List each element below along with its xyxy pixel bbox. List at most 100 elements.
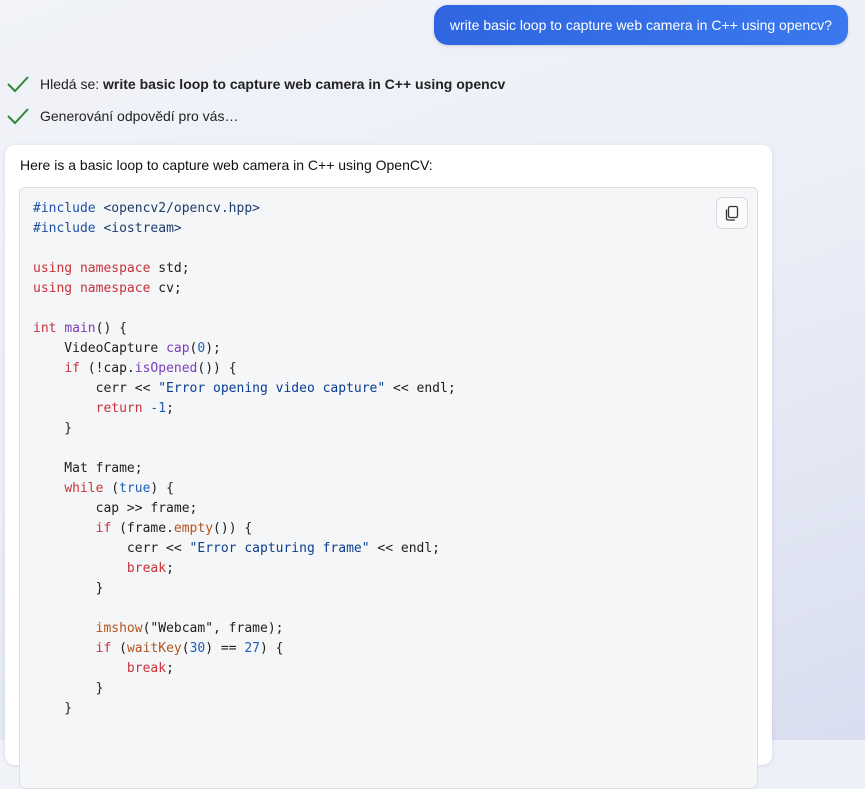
- code-token: }: [33, 581, 104, 596]
- code-line: #include <opencv2/opencv.hpp>: [33, 199, 456, 219]
- code-token: imshow: [95, 621, 143, 636]
- code-token: -1: [150, 401, 167, 416]
- code-token: ;: [166, 661, 174, 676]
- code-token: return: [95, 401, 143, 416]
- code-token: isOpened: [134, 361, 198, 376]
- status-searching-prefix: Hledá se:: [40, 76, 104, 92]
- code-token: );: [205, 341, 221, 356]
- code-token: cv;: [150, 281, 182, 296]
- code-token: << endl;: [369, 541, 441, 556]
- code-token: ;: [166, 401, 174, 416]
- code-token: (: [111, 641, 127, 656]
- code-token: (!cap.: [79, 361, 135, 376]
- code-token: "Error capturing frame": [189, 541, 370, 556]
- code-token: ) {: [260, 641, 284, 656]
- code-line: using namespace cv;: [33, 279, 456, 299]
- code-line: }: [33, 579, 456, 599]
- code-token: using: [33, 261, 73, 276]
- code-token: ) {: [150, 481, 174, 496]
- code-token: }: [33, 681, 104, 696]
- code-line: cerr << "Error opening video capture" <<…: [33, 379, 456, 399]
- code-token: cap >> frame;: [33, 501, 198, 516]
- checkmark-icon: [7, 108, 29, 125]
- code-token: cerr <<: [33, 381, 159, 396]
- code-token: ()) {: [213, 521, 253, 536]
- checkmark-icon: [7, 76, 29, 93]
- code-token: int: [33, 321, 57, 336]
- code-token: ()) {: [197, 361, 237, 376]
- code-token: ;: [166, 561, 174, 576]
- code-line: return -1;: [33, 399, 456, 419]
- code-token: (: [181, 641, 190, 656]
- code-token: }: [33, 701, 73, 716]
- code-line: #include <iostream>: [33, 219, 456, 239]
- code-line: using namespace std;: [33, 259, 456, 279]
- code-line: break;: [33, 659, 456, 679]
- code-token: VideoCapture: [33, 341, 167, 356]
- code-token: (frame.: [111, 521, 174, 536]
- code-token: 30: [189, 641, 206, 656]
- code-token: if: [95, 521, 112, 536]
- response-card: Here is a basic loop to capture web came…: [5, 145, 772, 789]
- code-token: #include: [33, 201, 96, 216]
- code-content: #include <opencv2/opencv.hpp> #include <i…: [33, 199, 456, 719]
- code-token: std;: [150, 261, 190, 276]
- copy-icon: [725, 205, 739, 221]
- code-token: main: [64, 321, 96, 336]
- code-token: () {: [95, 321, 127, 336]
- code-token: }: [33, 421, 73, 436]
- code-line: break;: [33, 559, 456, 579]
- code-token: (: [103, 481, 120, 496]
- code-token: namespace: [79, 281, 151, 296]
- code-line: if (frame.empty()) {: [33, 519, 456, 539]
- user-message-text: write basic loop to capture web camera i…: [449, 17, 832, 33]
- code-token: true: [119, 481, 151, 496]
- code-token: while: [64, 481, 104, 496]
- code-token: if: [64, 361, 80, 376]
- code-token: cerr <<: [33, 541, 190, 556]
- code-token: waitKey: [126, 641, 182, 656]
- code-token: empty: [173, 521, 214, 536]
- status-generating-text: Generování odpovědí pro vás…: [40, 108, 239, 124]
- code-line: imshow("Webcam", frame);: [33, 619, 456, 639]
- code-line: }: [33, 419, 456, 439]
- code-token: namespace: [79, 261, 151, 276]
- code-token: if: [95, 641, 112, 656]
- code-token: break: [126, 561, 167, 576]
- code-token: <iostream>: [103, 221, 182, 236]
- code-token: Mat frame;: [33, 461, 143, 476]
- code-block: #include <opencv2/opencv.hpp> #include <i…: [19, 187, 758, 789]
- code-token: <opencv2/opencv.hpp>: [103, 201, 260, 216]
- code-line: }: [33, 699, 456, 719]
- code-token: #include: [33, 221, 96, 236]
- code-line: cap >> frame;: [33, 499, 456, 519]
- code-line: Mat frame;: [33, 459, 456, 479]
- code-token: "Error opening video capture": [158, 381, 386, 396]
- status-searching-query: write basic loop to capture web camera i…: [103, 76, 506, 92]
- copy-code-button[interactable]: [716, 197, 748, 229]
- code-token: << endl;: [385, 381, 456, 396]
- status-generating: Generování odpovědí pro vás…: [6, 104, 238, 128]
- user-message-bubble: write basic loop to capture web camera i…: [433, 5, 848, 45]
- code-token: ) ==: [205, 641, 245, 656]
- code-token: 27: [244, 641, 261, 656]
- code-line: }: [33, 679, 456, 699]
- status-searching: Hledá se: write basic loop to capture we…: [6, 72, 505, 96]
- code-line: cerr << "Error capturing frame" << endl;: [33, 539, 456, 559]
- code-token: using: [33, 281, 73, 296]
- code-line: int main() {: [33, 319, 456, 339]
- response-intro: Here is a basic loop to capture web came…: [20, 157, 433, 173]
